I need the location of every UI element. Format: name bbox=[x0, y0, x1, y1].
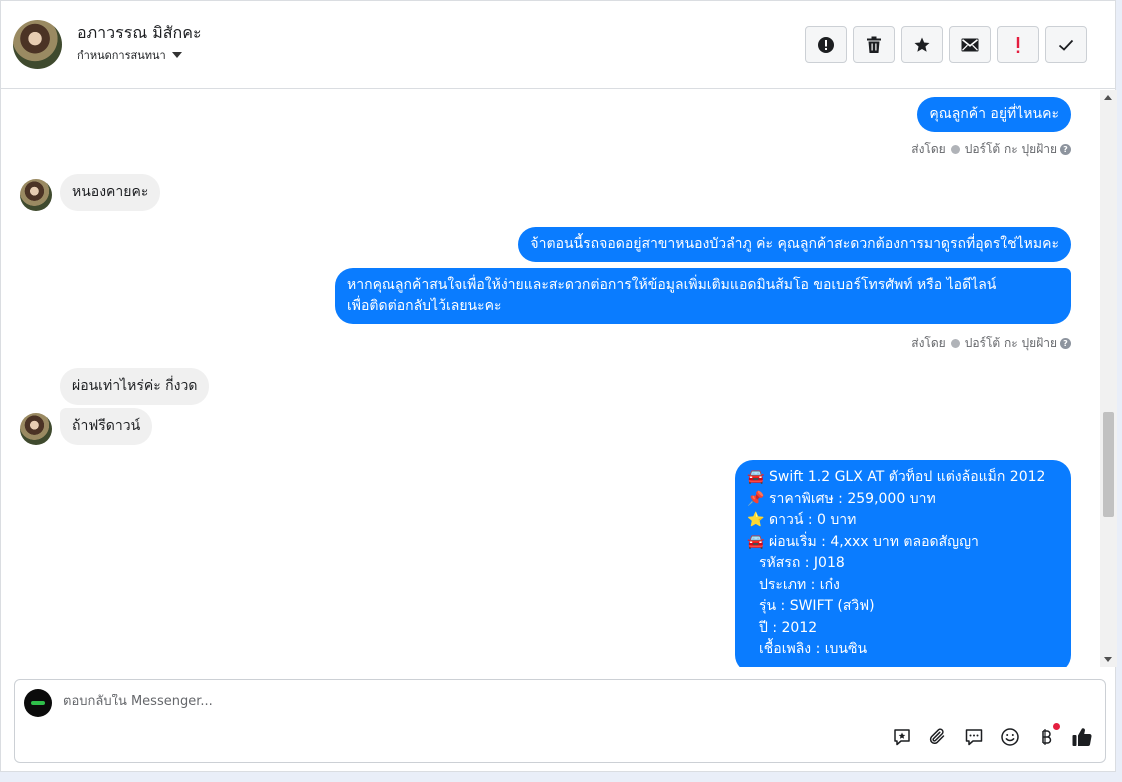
star-emoji-icon: ⭐ bbox=[747, 512, 765, 528]
message-thread[interactable]: คุณลูกค้า อยู่ที่ไหนคะ ส่งโดย ปอร์โต้ กะ… bbox=[1, 90, 1099, 667]
incoming-message[interactable]: ถ้าฟรีดาวน์ bbox=[60, 408, 153, 445]
card-line: ประเภท : เก๋ง bbox=[759, 576, 840, 593]
card-line: ปี : 2012 bbox=[759, 619, 818, 636]
envelope-icon bbox=[961, 38, 979, 51]
assign-conversation-dropdown[interactable]: กำหนดการสนทนา bbox=[77, 46, 182, 64]
incoming-message[interactable]: หนองคายคะ bbox=[60, 174, 161, 211]
incoming-message[interactable]: ผ่อนเท่าไหร่ค่ะ กี่งวด bbox=[60, 368, 210, 405]
mark-spam-button[interactable] bbox=[805, 26, 847, 63]
car-emoji-icon: 🚘 bbox=[747, 533, 765, 550]
star-icon bbox=[914, 37, 930, 52]
alert-circle-icon bbox=[818, 36, 834, 53]
help-icon[interactable]: ? bbox=[1060, 144, 1071, 155]
outgoing-message[interactable]: จ้าตอนนี้รถจอดอยู่สาขาหนองบัวลำภู ค่ะ คุ… bbox=[518, 227, 1071, 262]
reply-input[interactable] bbox=[63, 694, 963, 709]
card-text: ผ่อนเริ่ม : 4,xxx บาท ตลอดสัญญา bbox=[769, 533, 979, 550]
inbox-conversation-panel: อภาวรรณ มิสักคะ กำหนดการสนทนา คุณลูกค้า … bbox=[0, 0, 1117, 772]
emoji-icon bbox=[1001, 728, 1019, 746]
sent-by-prefix: ส่งโดย bbox=[911, 336, 946, 350]
like-button[interactable] bbox=[1071, 726, 1093, 748]
help-icon[interactable]: ? bbox=[1060, 338, 1071, 349]
scroll-down-arrow-icon[interactable] bbox=[1104, 657, 1112, 662]
baht-icon bbox=[1042, 729, 1052, 745]
car-listing-message[interactable]: 🚘 Swift 1.2 GLX AT ตัวท็อป แต่งล้อแม็ก 20… bbox=[735, 460, 1071, 667]
sent-by-prefix: ส่งโดย bbox=[911, 142, 946, 156]
caret-down-icon bbox=[171, 52, 182, 58]
card-line: เชื้อเพลิง : เบนซิน bbox=[759, 641, 868, 657]
mark-done-button[interactable] bbox=[1045, 26, 1087, 63]
message-composer bbox=[14, 679, 1106, 763]
attachment-button[interactable] bbox=[927, 726, 949, 748]
contact-avatar[interactable] bbox=[13, 20, 62, 69]
outgoing-message[interactable]: คุณลูกค้า อยู่ที่ไหนคะ bbox=[917, 97, 1071, 132]
sent-by-row: ส่งโดย ปอร์โต้ กะ ปุยฝ้าย ? bbox=[911, 334, 1071, 353]
verified-dot-icon bbox=[950, 145, 960, 154]
card-text: Swift 1.2 GLX AT ตัวท็อป แต่งล้อแม็ก 201… bbox=[769, 469, 1046, 485]
composer-toolbar bbox=[891, 723, 1093, 748]
car-emoji-icon: 🚘 bbox=[747, 469, 765, 485]
card-line: 🚘 ผ่อนเริ่ม : 4,xxx บาท ตลอดสัญญา bbox=[747, 532, 1059, 554]
sent-by-row: ส่งโดย ปอร์โต้ กะ ปุยฝ้าย ? bbox=[911, 140, 1071, 159]
delete-button[interactable] bbox=[853, 26, 895, 63]
message-line: หากคุณลูกค้าสนใจเพื่อให้ง่ายและสะดวกต่อก… bbox=[347, 277, 997, 293]
contact-name[interactable]: อภาวรรณ มิสักคะ bbox=[77, 21, 202, 46]
contact-avatar-small bbox=[20, 179, 52, 211]
card-line: รหัสรถ : J018 bbox=[759, 555, 845, 571]
saved-reply-icon bbox=[894, 729, 910, 746]
quick-reply-button[interactable] bbox=[963, 726, 985, 748]
page-avatar bbox=[24, 689, 52, 717]
card-line: ⭐ ดาวน์ : 0 บาท bbox=[747, 510, 1059, 532]
scrollbar-thumb[interactable] bbox=[1103, 412, 1114, 517]
conversation-toolbar bbox=[805, 26, 1087, 63]
thread-scrollbar[interactable] bbox=[1100, 90, 1117, 667]
scroll-up-arrow-icon[interactable] bbox=[1104, 95, 1112, 100]
trash-icon bbox=[867, 36, 881, 53]
card-text: ราคาพิเศษ : 259,000 บาท bbox=[769, 490, 936, 507]
card-text: ดาวน์ : 0 บาท bbox=[769, 512, 857, 528]
chat-bubble-icon bbox=[965, 729, 983, 746]
payment-button[interactable] bbox=[1035, 723, 1060, 748]
check-icon bbox=[1058, 39, 1074, 51]
card-line: 📌 ราคาพิเศษ : 259,000 บาท bbox=[747, 489, 1059, 511]
outgoing-message[interactable]: หากคุณลูกค้าสนใจเพื่อให้ง่ายและสะดวกต่อก… bbox=[335, 268, 1071, 324]
saved-reply-button[interactable] bbox=[891, 726, 913, 748]
verified-dot-icon bbox=[950, 339, 960, 348]
follow-up-button[interactable] bbox=[997, 26, 1039, 63]
like-icon bbox=[1072, 728, 1092, 747]
exclamation-icon bbox=[1016, 36, 1020, 53]
message-line: เพื่อติดต่อกลับไว้เลยนะคะ bbox=[347, 298, 502, 314]
sender-name: ปอร์โต้ กะ ปุยฝ้าย bbox=[964, 142, 1057, 156]
star-button[interactable] bbox=[901, 26, 943, 63]
card-line: 🚘 Swift 1.2 GLX AT ตัวท็อป แต่งล้อแม็ก 20… bbox=[747, 467, 1059, 489]
pushpin-emoji-icon: 📌 bbox=[747, 490, 765, 507]
attachment-icon bbox=[929, 728, 945, 744]
conversation-header: อภาวรรณ มิสักคะ กำหนดการสนทนา bbox=[1, 1, 1115, 89]
mark-unread-button[interactable] bbox=[949, 26, 991, 63]
assign-label: กำหนดการสนทนา bbox=[77, 49, 166, 62]
contact-avatar-small bbox=[20, 413, 52, 445]
card-line: รุ่น : SWIFT (สวิฟ) bbox=[759, 598, 875, 614]
notification-dot bbox=[1053, 723, 1060, 730]
emoji-button[interactable] bbox=[999, 726, 1021, 748]
sender-name: ปอร์โต้ กะ ปุยฝ้าย bbox=[964, 336, 1057, 350]
